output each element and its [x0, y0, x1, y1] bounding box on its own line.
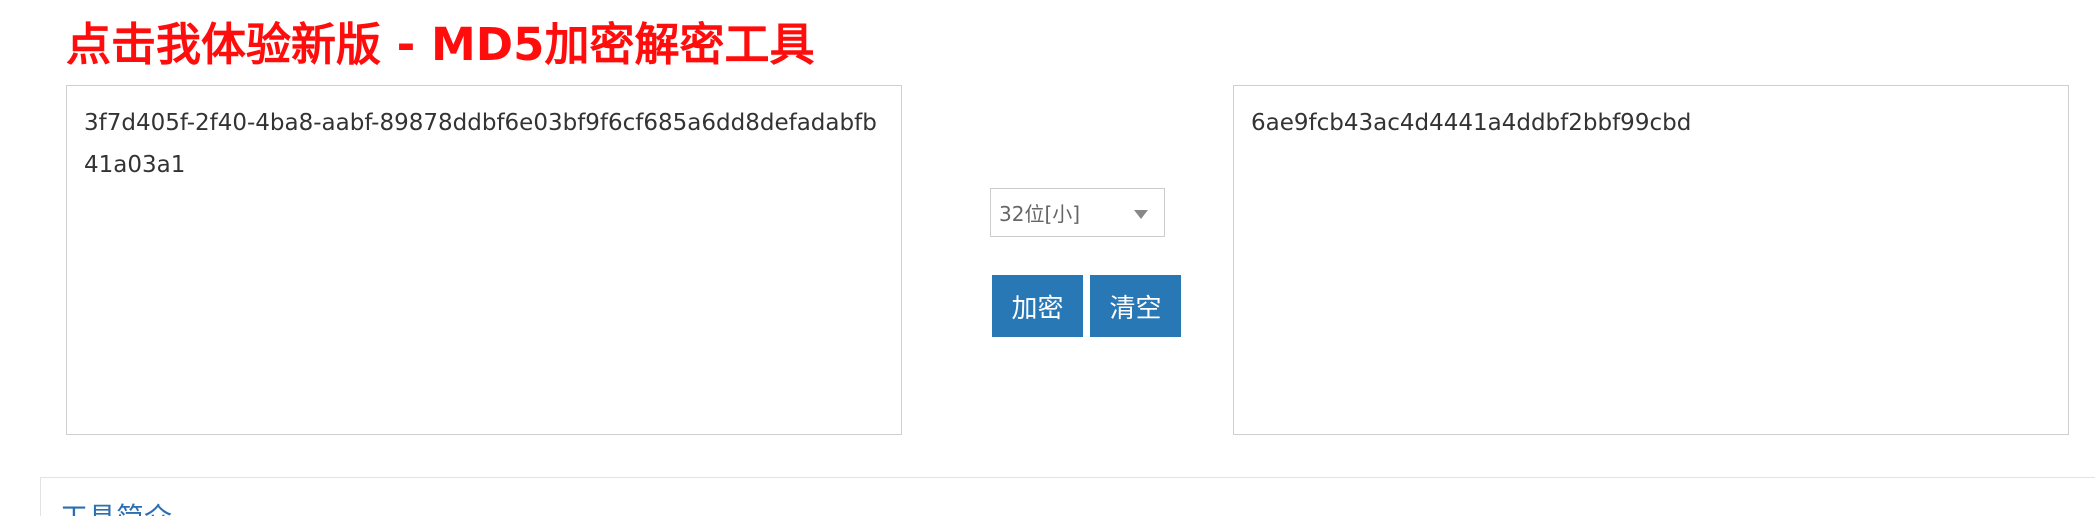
- encrypt-button[interactable]: 加密: [992, 275, 1083, 337]
- hash-output[interactable]: 6ae9fcb43ac4d4441a4ddbf2bbf99cbd: [1233, 85, 2069, 435]
- clear-button[interactable]: 清空: [1090, 275, 1181, 337]
- tool-intro-panel: 工具简介: [40, 477, 2095, 516]
- new-version-link[interactable]: 点击我体验新版 - MD5加密解密工具: [66, 18, 814, 72]
- md5-mode-select[interactable]: 32位[小]: [990, 188, 1165, 237]
- dropdown-caret-icon: [1134, 210, 1148, 219]
- plaintext-input[interactable]: 3f7d405f-2f40-4ba8-aabf-89878ddbf6e03bf9…: [66, 85, 902, 435]
- tool-intro-tab[interactable]: 工具简介: [60, 504, 172, 516]
- md5-tool-page: 点击我体验新版 - MD5加密解密工具 3f7d405f-2f40-4ba8-a…: [0, 0, 2095, 516]
- md5-mode-selected-value: 32位[小]: [999, 202, 1081, 226]
